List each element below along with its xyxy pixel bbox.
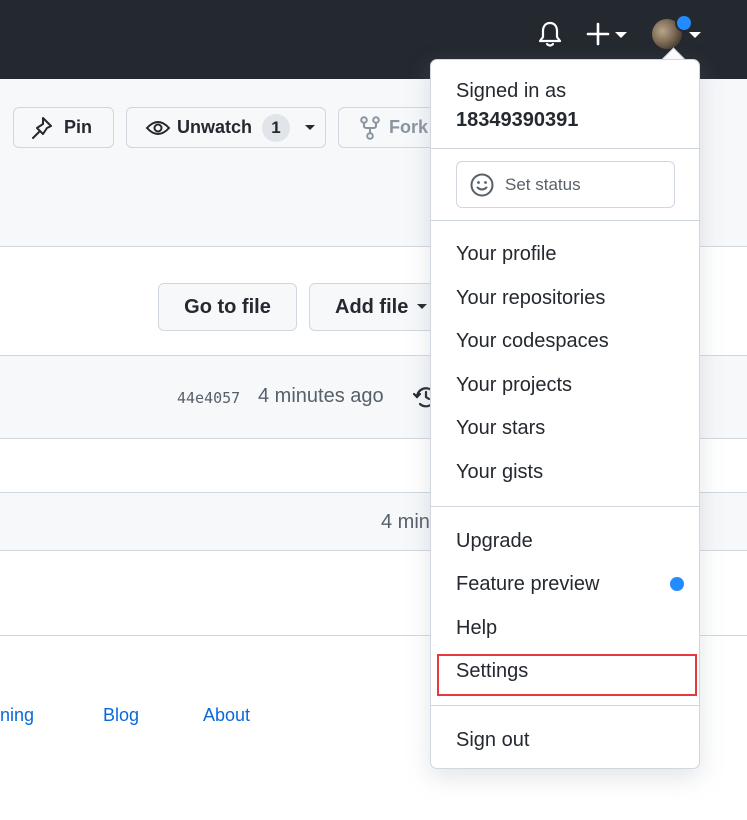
caret-down-icon [615,32,627,38]
menu-item-your-projects[interactable]: Your projects [456,374,572,397]
menu-item-feature-preview[interactable]: Feature preview [456,573,599,596]
eye-icon [145,120,171,135]
pin-label: Pin [64,117,93,137]
menu-item-your-codespaces[interactable]: Your codespaces [456,330,609,353]
set-status-button[interactable]: Set status [456,161,675,208]
footer-link-training[interactable]: ining [0,705,34,726]
go-to-file-label: Go to file [184,295,271,318]
pin-button[interactable]: Pin [13,107,114,148]
signed-in-label: Signed in as [456,80,567,102]
menu-item-your-repositories[interactable]: Your repositories [456,287,605,310]
caret-down-icon [689,32,701,38]
add-file-button[interactable]: Add file [309,283,449,331]
bell-icon[interactable] [536,20,564,48]
watch-count-badge: 1 [262,113,291,142]
menu-item-upgrade[interactable]: Upgrade [456,530,533,553]
signed-in-header: Signed in as 18349390391 [456,77,578,135]
unwatch-button[interactable]: Unwatch 1 [126,107,326,148]
unwatch-label: Unwatch [177,117,253,137]
file-row-time: 4 min [381,511,430,533]
set-status-label: Set status [505,174,581,194]
smiley-icon [470,173,494,196]
fork-icon [360,115,380,140]
pin-icon [32,116,52,139]
signed-in-username: 18349390391 [456,109,579,131]
footer-link-blog[interactable]: Blog [103,705,139,726]
footer-link-about[interactable]: About [203,705,250,726]
plus-icon [586,22,610,46]
menu-item-sign-out[interactable]: Sign out [456,729,529,752]
feature-preview-dot [670,577,684,591]
add-file-label: Add file [335,295,409,318]
menu-item-your-gists[interactable]: Your gists [456,461,543,484]
menu-item-your-stars[interactable]: Your stars [456,417,545,440]
settings-highlight-box [437,654,697,696]
menu-divider [431,705,699,706]
fork-label: Fork [389,117,429,137]
menu-item-your-profile[interactable]: Your profile [456,243,556,266]
commit-sha-link[interactable]: 44e4057 [177,389,240,407]
caret-down-icon [305,124,316,130]
user-avatar-button[interactable] [648,14,704,54]
menu-divider [431,220,699,221]
menu-divider [431,148,699,149]
menu-item-help[interactable]: Help [456,617,497,640]
go-to-file-button[interactable]: Go to file [158,283,297,331]
create-new-button[interactable] [584,18,632,50]
menu-divider [431,506,699,507]
commit-time: 4 minutes ago [258,385,384,407]
